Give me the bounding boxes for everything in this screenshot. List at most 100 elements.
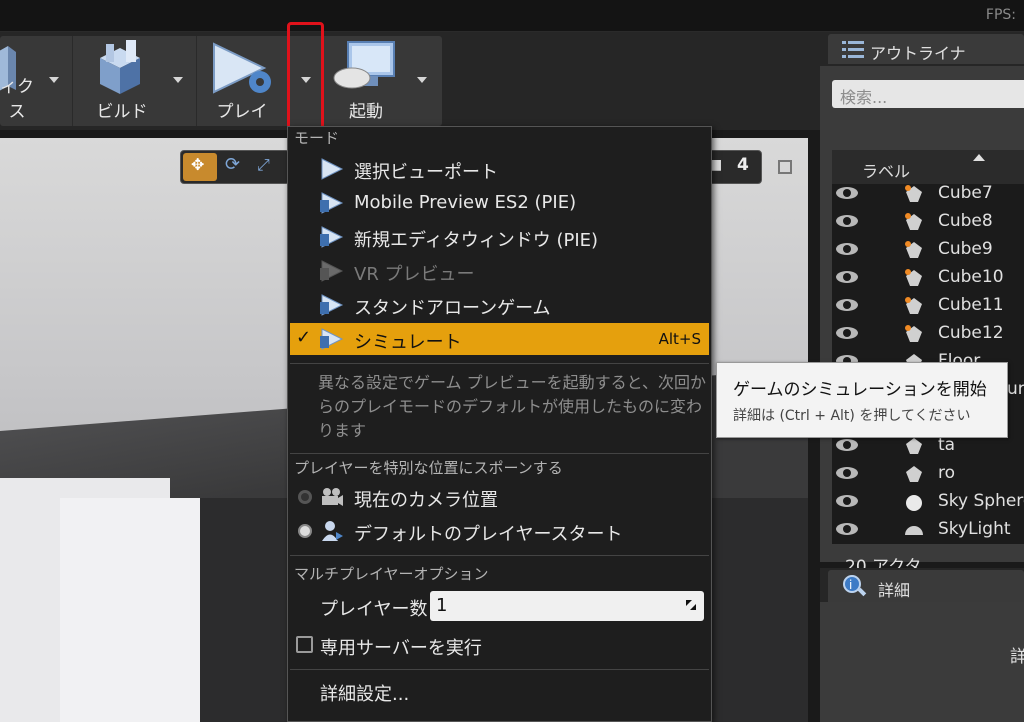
play-label: プレイ xyxy=(216,102,268,122)
play-options-menu: モード 選択ビューポート Mobile Preview ES2 (PIE) 新規エデ… xyxy=(287,126,712,722)
details-tab[interactable]: i 詳細 xyxy=(828,570,1024,602)
play-mode-mobile-preview[interactable]: Mobile Preview ES2 (PIE) xyxy=(290,187,709,219)
visibility-eye-icon[interactable] xyxy=(836,271,858,283)
tooltip-title: ゲームのシミュレーションを開始 xyxy=(733,380,987,400)
sphere-icon xyxy=(906,495,922,511)
visibility-eye-icon[interactable] xyxy=(836,243,858,255)
outliner-row[interactable]: SkyLight xyxy=(832,516,1024,544)
play-mode-label: Mobile Preview ES2 (PIE) xyxy=(354,192,577,213)
spawn-at-camera-option[interactable]: 現在のカメラ位置 xyxy=(290,481,709,513)
play-mode-new-editor-window[interactable]: 新規エディタウィンドウ (PIE) xyxy=(290,221,709,253)
play-mode-icon xyxy=(320,294,344,316)
spawn-at-camera-label: 現在のカメラ位置 xyxy=(354,490,498,511)
menu-divider xyxy=(290,453,709,454)
launch-dropdown-arrow[interactable] xyxy=(410,68,434,92)
outliner-row[interactable]: Cube10 xyxy=(832,264,1024,292)
simulate-tooltip: ゲームのシミュレーションを開始 詳細は (Ctrl + Alt) を押してくださ… xyxy=(716,362,1008,438)
visibility-eye-icon[interactable] xyxy=(836,467,858,479)
actor-icon xyxy=(906,438,922,454)
player-count-input[interactable]: 1 xyxy=(430,591,704,621)
launch-button[interactable]: 起動 xyxy=(326,36,406,126)
search-placeholder: 検索... xyxy=(840,88,888,107)
outliner-item-label: ro xyxy=(938,463,956,483)
maximize-viewport-icon[interactable] xyxy=(778,160,792,174)
play-mode-label: 新規エディタウィンドウ (PIE) xyxy=(354,230,599,251)
toolbar-separator xyxy=(72,36,73,126)
play-mode-icon xyxy=(320,192,344,214)
spin-grip-icon[interactable] xyxy=(686,600,696,610)
outliner-list-icon xyxy=(842,41,864,58)
outliner-item-label: ta xyxy=(938,435,956,455)
build-button[interactable]: ビルド xyxy=(76,36,168,126)
label-column-header: ラベル xyxy=(862,162,911,181)
play-mode-standalone-game[interactable]: スタンドアローンゲーム xyxy=(290,289,709,321)
menu-divider xyxy=(290,363,709,364)
visibility-eye-icon[interactable] xyxy=(836,187,858,199)
sort-ascending-icon xyxy=(973,154,985,161)
svg-text:i: i xyxy=(849,578,852,592)
shortcut-label: Alt+S xyxy=(658,330,701,348)
rotate-icon[interactable]: ⟳ xyxy=(225,154,240,175)
spawn-at-player-start-label: デフォルトのプレイヤースタート xyxy=(354,524,623,545)
play-mode-vr-preview: VR プレビュー xyxy=(290,255,709,287)
spawn-section-heading: プレイヤーを特別な位置にスポーンする xyxy=(294,459,563,477)
menu-divider xyxy=(290,555,709,556)
play-mode-label: 選択ビューポート xyxy=(354,162,498,183)
outliner-row[interactable]: Cube12 xyxy=(832,320,1024,348)
advanced-settings-label: 詳細設定... xyxy=(320,684,410,705)
spawn-at-player-start-option[interactable]: デフォルトのプレイヤースタート xyxy=(290,515,709,547)
play-icon xyxy=(213,42,271,94)
dedicated-server-option[interactable]: 専用サーバーを実行 xyxy=(290,629,709,661)
transform-tools: ✥ ⟳ ⤢ xyxy=(180,150,290,184)
play-mode-simulate[interactable]: ✓ シミュレート Alt+S xyxy=(290,323,709,355)
outliner-search-input[interactable]: 検索... xyxy=(832,80,1024,108)
blocks-dropdown-arrow[interactable] xyxy=(42,68,66,92)
outliner-column-header[interactable]: ラベル xyxy=(832,150,1024,184)
static-mesh-icon xyxy=(905,185,922,202)
toolbar-blocks-button[interactable]: ィクス xyxy=(0,36,40,126)
visibility-eye-icon[interactable] xyxy=(836,327,858,339)
advanced-settings-item[interactable]: 詳細設定... xyxy=(290,675,709,707)
play-button[interactable]: プレイ xyxy=(200,36,284,126)
outliner-item-label: SkyLight xyxy=(938,519,1011,539)
visibility-eye-icon[interactable] xyxy=(836,523,858,535)
menu-divider xyxy=(290,669,709,670)
outliner-row[interactable]: Cube8 xyxy=(832,208,1024,236)
details-title: 詳細 xyxy=(878,581,911,600)
details-panel: i 詳細 詳 xyxy=(820,568,1024,722)
translate-icon: ✥ xyxy=(191,155,205,174)
tooltip-subtitle: 詳細は (Ctrl + Alt) を押してください xyxy=(733,408,971,424)
play-mode-label: スタンドアローンゲーム xyxy=(354,298,551,319)
fps-label: FPS: xyxy=(985,7,1016,23)
viewport-cube xyxy=(60,498,200,722)
visibility-eye-icon[interactable] xyxy=(836,299,858,311)
play-mode-selected-viewport[interactable]: 選択ビューポート xyxy=(290,153,709,185)
play-mode-label: シミュレート xyxy=(354,332,462,353)
outliner-item-label: Sky Sphere xyxy=(938,491,1024,511)
visibility-eye-icon[interactable] xyxy=(836,215,858,227)
scale-icon[interactable]: ⤢ xyxy=(257,155,270,175)
player-start-icon xyxy=(322,521,343,541)
outliner-row[interactable]: Cube11 xyxy=(832,292,1024,320)
outliner-row[interactable]: ro xyxy=(832,460,1024,488)
title-bar: FPS: xyxy=(0,0,1024,32)
outliner-row[interactable]: Sky Sphere xyxy=(832,488,1024,516)
visibility-eye-icon[interactable] xyxy=(836,439,858,451)
build-dropdown-arrow[interactable] xyxy=(166,68,190,92)
outliner-tab[interactable]: アウトライナ xyxy=(828,34,1024,64)
play-mode-icon xyxy=(321,158,344,180)
radio-button[interactable] xyxy=(298,524,312,538)
dedicated-server-label: 専用サーバーを実行 xyxy=(320,638,482,659)
checkmark-icon: ✓ xyxy=(296,327,312,348)
outliner-row[interactable]: Cube7 xyxy=(832,184,1024,208)
details-text-fragment: 詳 xyxy=(1010,647,1024,667)
outliner-item-label: Cube7 xyxy=(938,184,993,203)
dedicated-server-checkbox[interactable] xyxy=(296,636,313,653)
visibility-eye-icon[interactable] xyxy=(836,495,858,507)
outliner-item-label: Cube12 xyxy=(938,323,1004,343)
radio-button[interactable] xyxy=(298,490,312,504)
static-mesh-icon xyxy=(905,241,922,258)
gamepad-icon xyxy=(333,41,395,89)
outliner-row[interactable]: Cube9 xyxy=(832,236,1024,264)
toolbar-blocks-label: ィクス xyxy=(0,77,34,122)
